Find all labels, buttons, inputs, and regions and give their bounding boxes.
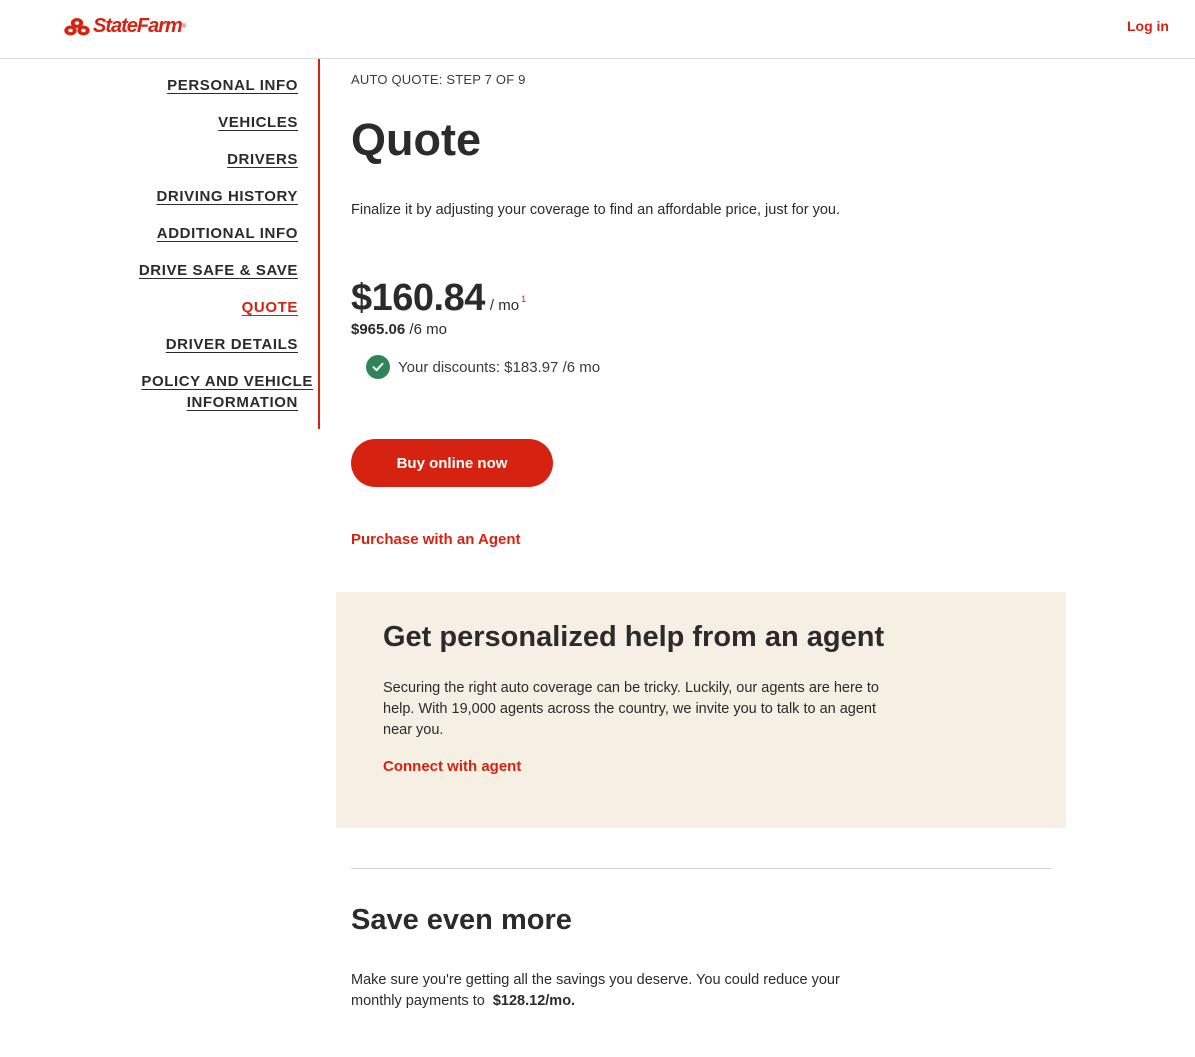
- save-amount: $128.12/mo.: [492, 993, 576, 1009]
- discounts-text: Your discounts: $183.97 /6 mo: [398, 358, 601, 376]
- login-link[interactable]: Log in: [1127, 18, 1169, 34]
- page-title: Quote: [351, 114, 481, 165]
- logo-wordmark: StateFarm: [93, 15, 183, 37]
- site-header: StateFarm ® Log in: [0, 0, 1195, 59]
- nav-item-additional-info[interactable]: ADDITIONAL INFO: [157, 223, 298, 244]
- save-text-body: Make sure you're getting all the savings…: [351, 972, 840, 1009]
- price-period: / mo: [489, 297, 520, 314]
- nav-item-vehicles[interactable]: VEHICLES: [218, 112, 298, 133]
- monthly-price: $160.84 / mo 1: [351, 277, 526, 320]
- three-ovals-icon: [64, 17, 90, 35]
- nav-item-driving-history[interactable]: DRIVING HISTORY: [156, 186, 298, 207]
- intro-text: Finalize it by adjusting your coverage t…: [351, 202, 840, 218]
- six-month-amount: $965.06: [351, 321, 406, 338]
- section-divider: [351, 868, 1051, 869]
- discounts-row: Your discounts: $183.97 /6 mo: [366, 355, 600, 379]
- nav-item-policy-vehicle-line1[interactable]: POLICY AND VEHICLE: [141, 371, 313, 392]
- agent-help-panel: Get personalized help from an agent Secu…: [336, 592, 1066, 828]
- save-title: Save even more: [351, 904, 572, 936]
- nav-item-personal-info[interactable]: PERSONAL INFO: [167, 75, 298, 96]
- nav-active-rail: [318, 59, 320, 429]
- step-indicator: AUTO QUOTE: STEP 7 OF 9: [351, 72, 526, 87]
- purchase-with-agent-link[interactable]: Purchase with an Agent: [351, 531, 520, 548]
- six-month-price: $965.06 /6 mo: [351, 321, 447, 338]
- help-text: Securing the right auto coverage can be …: [383, 680, 879, 738]
- six-month-suffix: /6 mo: [409, 321, 447, 338]
- connect-with-agent-link[interactable]: Connect with agent: [383, 758, 521, 775]
- nav-item-policy-vehicle-line2[interactable]: INFORMATION: [187, 392, 298, 413]
- nav-item-drive-safe-save[interactable]: DRIVE SAFE & SAVE: [139, 260, 298, 281]
- statefarm-logo[interactable]: StateFarm ®: [64, 15, 186, 38]
- save-text: Make sure you're getting all the savings…: [351, 970, 891, 1012]
- buy-online-button[interactable]: Buy online now: [351, 439, 553, 487]
- nav-item-drivers[interactable]: DRIVERS: [227, 149, 298, 170]
- quote-steps-nav: PERSONAL INFO VEHICLES DRIVERS DRIVING H…: [0, 59, 321, 429]
- nav-item-driver-details[interactable]: DRIVER DETAILS: [166, 334, 298, 355]
- help-title: Get personalized help from an agent: [383, 621, 885, 653]
- nav-item-quote[interactable]: QUOTE: [242, 297, 298, 318]
- check-circle-icon: [366, 355, 390, 379]
- price-footnote[interactable]: 1: [521, 294, 526, 304]
- price-amount: $160.84: [351, 277, 485, 319]
- registered-mark: ®: [181, 23, 187, 30]
